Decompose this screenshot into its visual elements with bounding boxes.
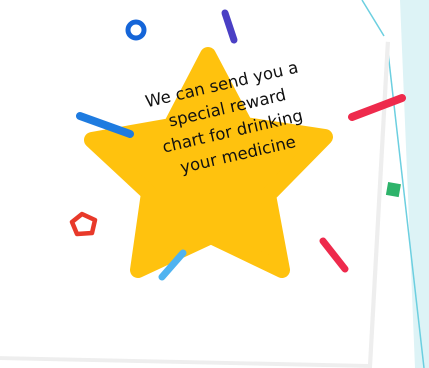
green-square-icon [385, 182, 401, 198]
edge-line-top [361, 0, 385, 37]
reward-illustration [0, 0, 429, 368]
edge-panel [400, 0, 429, 368]
